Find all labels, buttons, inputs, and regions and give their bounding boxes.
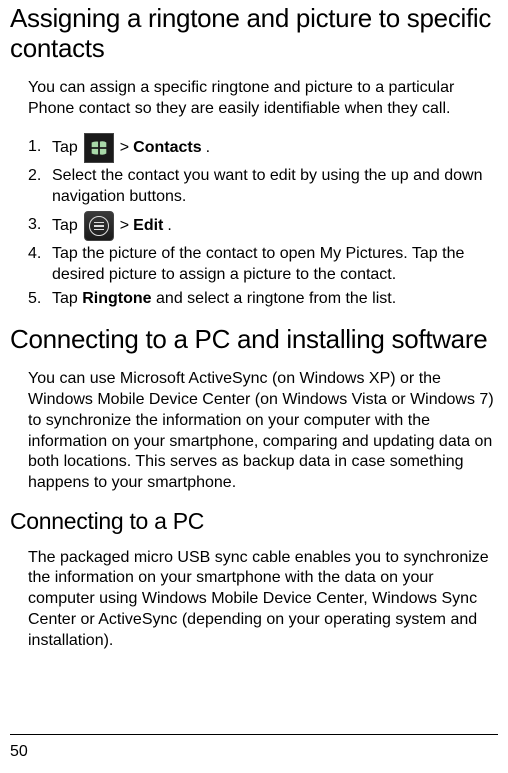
step3-sep: > — [120, 212, 129, 240]
step-1: Tap > Contacts. — [28, 133, 498, 163]
step3-post: . — [167, 212, 171, 240]
heading-connect-pc: Connecting to a PC — [10, 508, 498, 536]
page-number: 50 — [10, 743, 28, 761]
step1-sep: > — [120, 134, 129, 162]
step-2: Select the contact you want to edit by u… — [28, 166, 498, 208]
step3-edit: Edit — [133, 212, 163, 240]
heading-connecting: Connecting to a PC and installing softwa… — [10, 325, 498, 355]
page-divider — [10, 734, 498, 735]
step1-pre: Tap — [52, 134, 78, 162]
step-3: Tap > Edit. — [28, 211, 498, 241]
step5-pre: Tap — [52, 290, 82, 307]
step1-post: . — [206, 134, 210, 162]
heading-ringtone: Assigning a ringtone and picture to spec… — [10, 4, 498, 64]
connect-intro: You can use Microsoft ActiveSync (on Win… — [10, 369, 498, 494]
step5-ringtone: Ringtone — [82, 290, 151, 307]
step-5: Tap Ringtone and select a ringtone from … — [28, 289, 498, 310]
step-4: Tap the picture of the contact to open M… — [28, 244, 498, 286]
step5-post: and select a ringtone from the list. — [152, 290, 397, 307]
step1-contacts: Contacts — [133, 134, 201, 162]
step3-pre: Tap — [52, 212, 78, 240]
ringtone-intro: You can assign a specific ringtone and p… — [10, 78, 498, 120]
windows-start-icon — [84, 133, 114, 163]
menu-icon — [84, 211, 114, 241]
steps-list: Tap > Contacts. Select the contact you w… — [10, 133, 498, 309]
pc-paragraph: The packaged micro USB sync cable enable… — [10, 548, 498, 652]
